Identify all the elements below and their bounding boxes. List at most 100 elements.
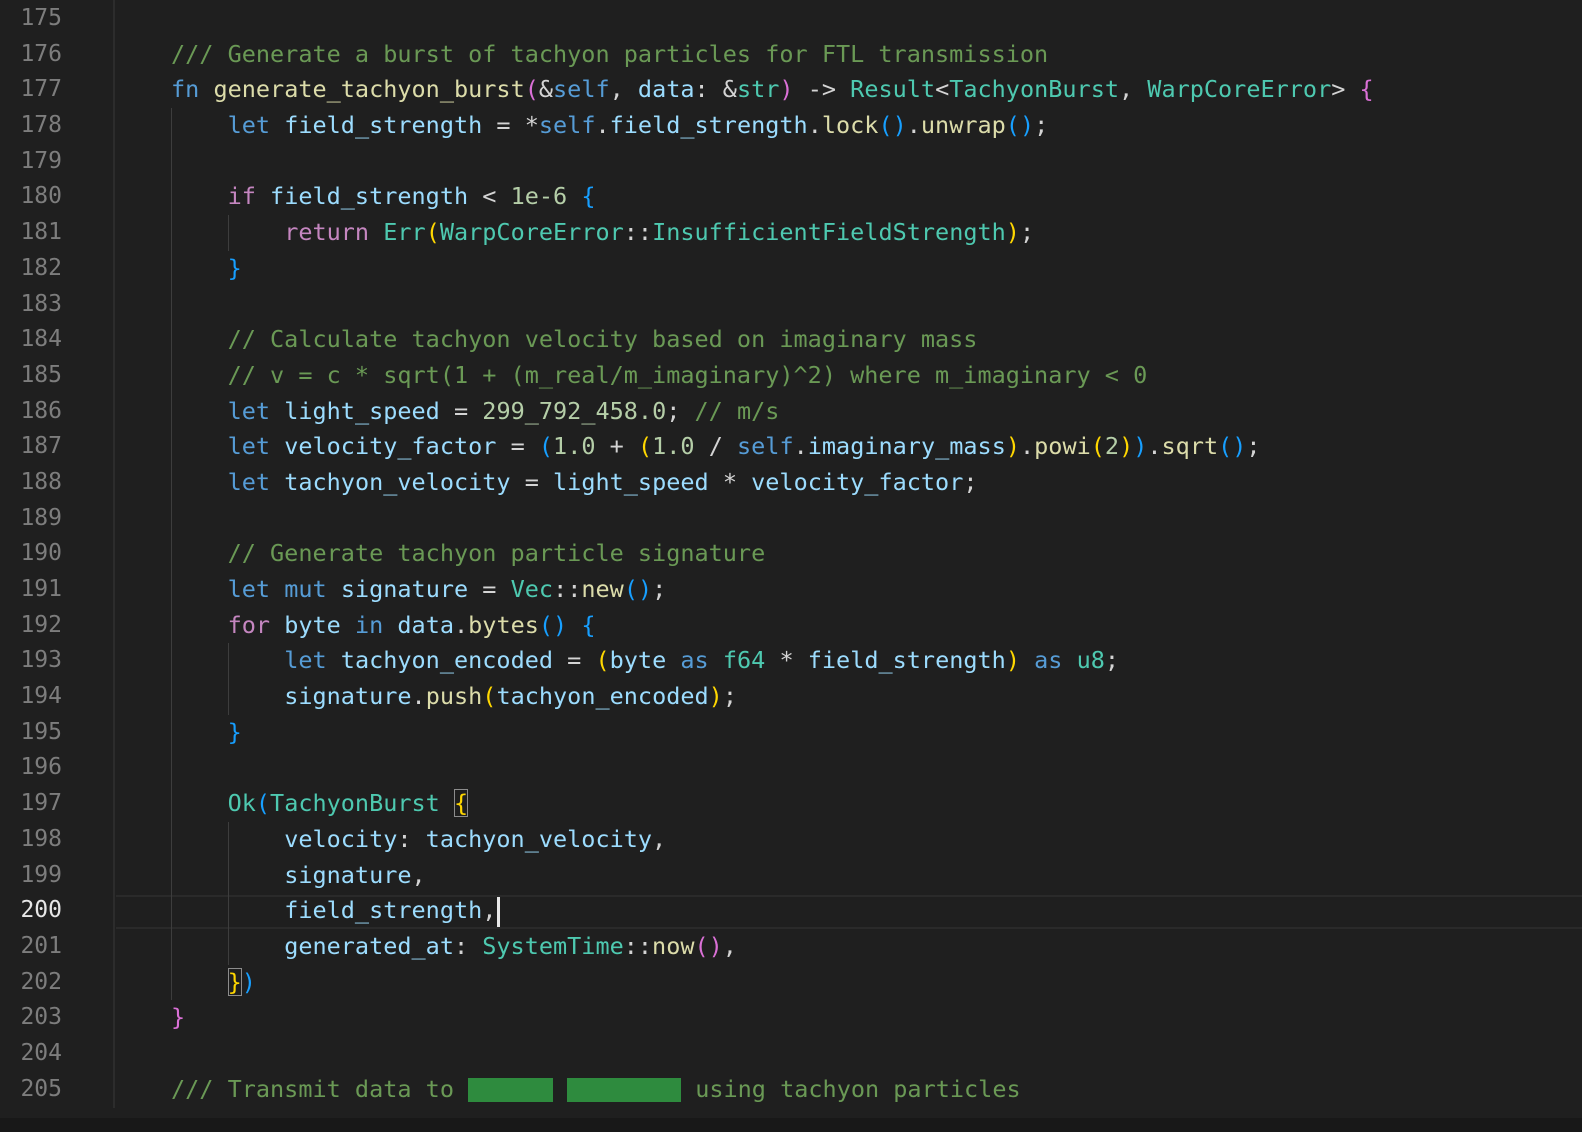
code-line[interactable]: 200 field_strength, — [0, 893, 1582, 929]
code-token: = — [496, 432, 539, 461]
code-line[interactable]: 184 // Calculate tachyon velocity based … — [0, 322, 1582, 358]
code-token: light_speed — [553, 467, 709, 496]
code-token: ) — [779, 75, 794, 104]
code-token: 1.0 — [652, 432, 695, 461]
code-token: . — [411, 682, 426, 711]
code-token: . — [1020, 432, 1035, 461]
code-token: signature — [284, 860, 412, 889]
code-line[interactable]: 178 let field_strength = *self.field_str… — [0, 108, 1582, 144]
code-line[interactable]: 187 let velocity_factor = (1.0 + (1.0 / … — [0, 429, 1582, 465]
line-number: 194 — [20, 683, 62, 710]
code-line[interactable]: 199 signature, — [0, 858, 1582, 894]
code-editor[interactable]: 175 176 /// Generate a burst of tachyon pa… — [0, 0, 1582, 1118]
code-line[interactable]: 188 let tachyon_velocity = light_speed *… — [0, 465, 1582, 501]
code-line[interactable]: 180 if field_strength < 1e-6 { — [0, 179, 1582, 215]
code-line[interactable]: 205 /// Transmit data to using tachyon pa… — [0, 1072, 1582, 1108]
line-number: 179 — [20, 147, 62, 174]
code-line[interactable]: 193 let tachyon_encoded = (byte as f64 *… — [0, 643, 1582, 679]
code-line[interactable]: 182 } — [0, 251, 1582, 287]
code-token: // m/s — [694, 396, 780, 425]
code-line[interactable]: 195 } — [0, 715, 1582, 751]
code-token: signature — [340, 575, 469, 603]
code-token: ; — [666, 396, 695, 425]
code-line[interactable]: 179 — [0, 144, 1582, 180]
code-token: () — [694, 931, 723, 960]
code-text: let tachyon_encoded = (byte as f64 * fie… — [171, 643, 1119, 679]
code-line[interactable]: 192 for byte in data.bytes() { — [0, 608, 1582, 644]
code-text: Ok(TachyonBurst { — [171, 786, 469, 822]
code-line[interactable]: 198 velocity: tachyon_velocity, — [0, 822, 1582, 858]
code-token: field_strength — [609, 111, 808, 140]
code-line[interactable]: 177 fn generate_tachyon_burst(&self, data… — [0, 72, 1582, 108]
code-line[interactable]: 194 signature.push(tachyon_encoded); — [0, 679, 1582, 715]
code-text: let tachyon_velocity = light_speed * vel… — [171, 465, 978, 501]
code-line[interactable]: 183 — [0, 287, 1582, 323]
code-line[interactable]: 196 — [0, 750, 1582, 786]
code-token: bytes — [468, 610, 539, 639]
code-token: let — [227, 575, 271, 603]
code-token: :: — [623, 931, 653, 960]
code-text: /// Generate a burst of tachyon particle… — [171, 37, 1048, 73]
code-token: ( — [482, 682, 497, 711]
code-line[interactable]: 203} — [0, 1000, 1582, 1036]
code-token: u8 — [1076, 646, 1105, 675]
code-text: let light_speed = 299_792_458.0; // m/s — [171, 394, 780, 430]
code-text: signature, — [171, 858, 426, 894]
code-token: byte — [284, 610, 341, 639]
code-token: ( — [538, 432, 554, 461]
code-token: mut — [284, 575, 327, 603]
code-token: = * — [482, 111, 539, 140]
code-token: + — [595, 432, 638, 461]
code-line[interactable]: 185 // v = c * sqrt(1 + (m_real/m_imagin… — [0, 358, 1582, 394]
code-token: { — [581, 610, 596, 639]
code-line[interactable]: 204 — [0, 1036, 1582, 1072]
line-number: 197 — [20, 790, 62, 817]
code-line[interactable]: 197 Ok(TachyonBurst { — [0, 786, 1582, 822]
line-number: 189 — [20, 504, 62, 531]
code-token: ) — [241, 967, 256, 996]
code-line[interactable]: 181 return Err(WarpCoreError::Insufficie… — [0, 215, 1582, 251]
code-token: < — [935, 75, 950, 104]
code-line[interactable]: 202 }) — [0, 965, 1582, 1001]
code-line[interactable]: 189 — [0, 501, 1582, 537]
code-token: unwrap — [920, 111, 1006, 140]
code-token: self — [538, 111, 596, 140]
code-token: self — [553, 75, 610, 104]
code-line[interactable]: 201 generated_at: SystemTime::now(), — [0, 929, 1582, 965]
code-token: // Generate tachyon particle signature — [227, 539, 766, 568]
line-number: 182 — [20, 254, 62, 281]
code-token: : — [453, 931, 483, 960]
code-token: () — [1218, 432, 1247, 461]
code-line[interactable]: 186 let light_speed = 299_792_458.0; // … — [0, 394, 1582, 430]
code-token: ( — [637, 432, 653, 461]
line-number: 204 — [20, 1039, 62, 1066]
code-token: generate_tachyon_burst — [213, 75, 525, 104]
code-token: * — [708, 467, 752, 496]
code-line[interactable]: 176 /// Generate a burst of tachyon parti… — [0, 37, 1582, 73]
code-token: . — [793, 432, 808, 461]
code-line[interactable]: 190 // Generate tachyon particle signatu… — [0, 536, 1582, 572]
code-token: > — [1331, 75, 1360, 104]
code-line[interactable]: 191 let mut signature = Vec::new(); — [0, 572, 1582, 608]
code-token: ; — [1104, 646, 1120, 675]
code-text: if field_strength < 1e-6 { — [171, 179, 596, 215]
code-token: let — [284, 646, 327, 675]
code-token: . — [906, 111, 921, 140]
code-token: /// Transmit data to — [171, 1074, 469, 1103]
code-token: () — [623, 575, 653, 603]
code-token: } — [227, 253, 242, 282]
code-line[interactable]: 175 — [0, 1, 1582, 37]
code-token: . — [454, 610, 469, 639]
